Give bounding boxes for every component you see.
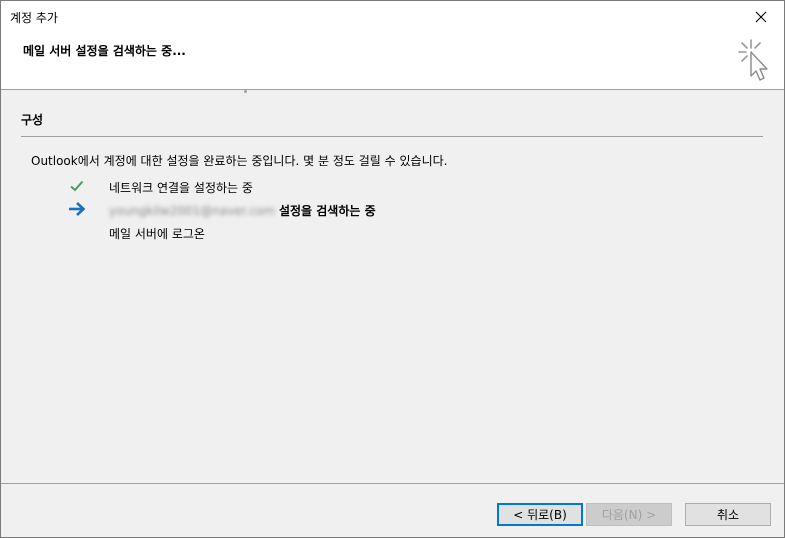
section-title: 구성: [21, 113, 44, 127]
checkmark-icon: [70, 180, 84, 192]
step-label: 네트워크 연결을 설정하는 중: [109, 181, 253, 195]
step-search: youngkilw2001@naver.com 설정을 검색하는 중: [1, 200, 784, 218]
next-button[interactable]: 다음(N) >: [586, 503, 672, 526]
header-divider: [1, 89, 784, 90]
cursor-sparkle-icon: [738, 39, 768, 81]
wizard-header: 메일 서버 설정을 검색하는 중...: [1, 32, 784, 89]
step-label: youngkilw2001@naver.com 설정을 검색하는 중: [109, 202, 376, 219]
close-icon: [755, 11, 767, 22]
back-button[interactable]: < 뒤로(B): [497, 503, 583, 526]
add-account-dialog: 계정 추가 메일 서버 설정을 검색하는 중... 구성 Outlook에서 계…: [0, 0, 785, 538]
arrow-right-icon: [69, 202, 86, 216]
section-divider: [21, 136, 763, 137]
email-address: youngkilw2001@naver.com: [109, 204, 275, 218]
title-bar: 계정 추가: [1, 1, 784, 32]
divider-dot: [244, 90, 247, 93]
cancel-button[interactable]: 취소: [685, 503, 771, 526]
step-label: 메일 서버에 로그온: [109, 227, 205, 241]
page-title: 메일 서버 설정을 검색하는 중...: [23, 44, 186, 58]
footer-divider: [1, 483, 784, 484]
step-label-text: 설정을 검색하는 중: [278, 204, 376, 218]
window-title: 계정 추가: [10, 11, 58, 25]
step-network: 네트워크 연결을 설정하는 중: [1, 177, 784, 195]
intro-text: Outlook에서 계정에 대한 설정을 완료하는 중입니다. 몇 분 정도 걸…: [31, 154, 448, 168]
close-button[interactable]: [738, 1, 784, 32]
step-logon: 메일 서버에 로그온: [1, 223, 784, 241]
